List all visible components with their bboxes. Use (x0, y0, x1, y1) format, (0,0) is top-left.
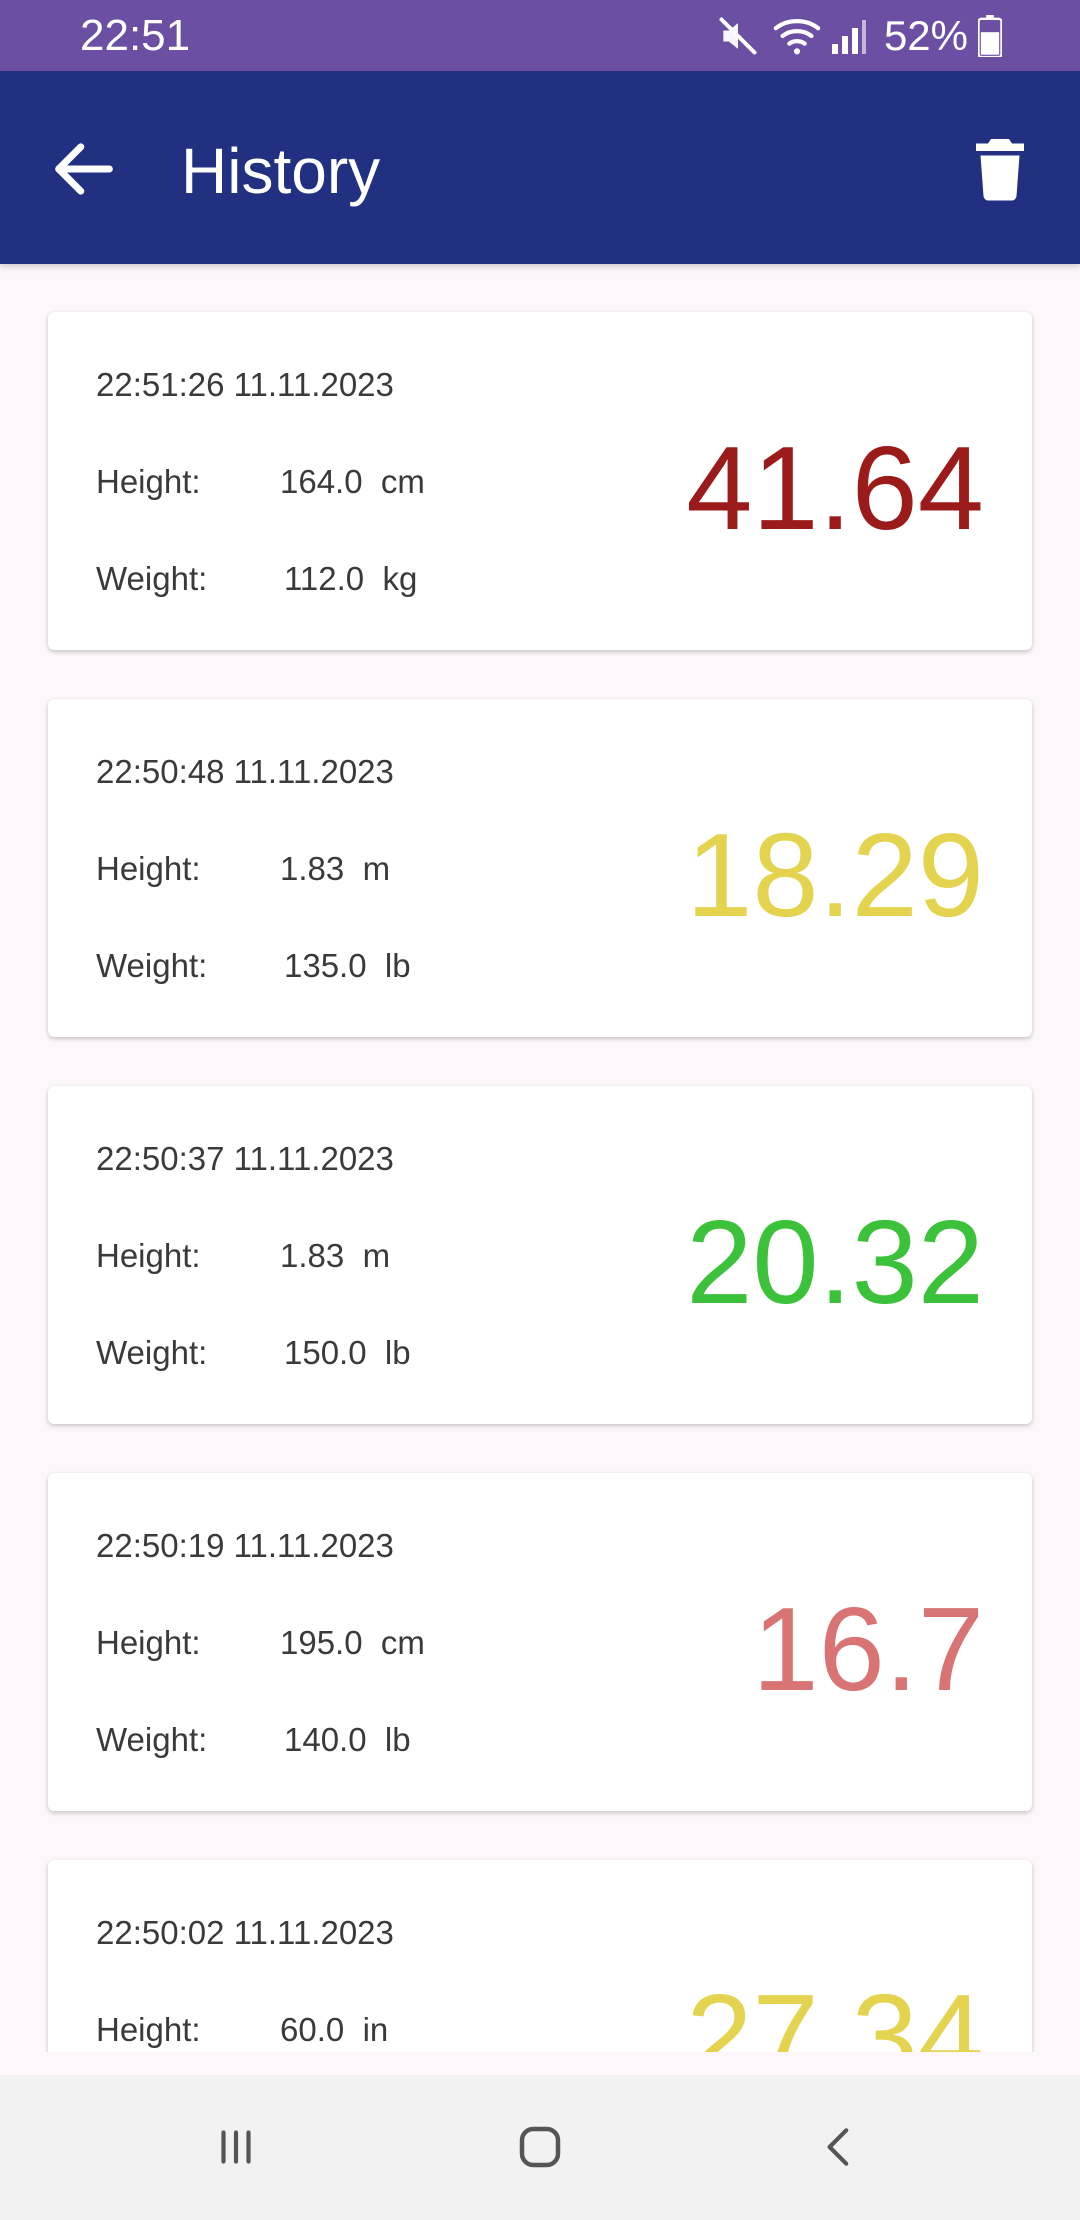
history-card[interactable]: 22:51:26 11.11.2023 Height: 164.0 cm Wei… (48, 312, 1032, 650)
weight-value: 140.0 lb (284, 1721, 411, 1758)
status-time: 22:51 (80, 11, 191, 60)
height-value: 60.0 in (280, 2011, 389, 2048)
bmi-value: 20.32 (686, 1196, 984, 1329)
bmi-value: 27.34 (686, 1970, 984, 2053)
recent-apps-icon (211, 2122, 261, 2172)
height-label: Height: (96, 463, 201, 500)
weight-label: Weight: (96, 1334, 208, 1371)
history-card[interactable]: 22:50:02 11.11.2023 Height: 60.0 in 27.3… (48, 1860, 1032, 2052)
height-value: 1.83 m (280, 1237, 391, 1274)
record-timestamp: 22:50:37 11.11.2023 (96, 1140, 394, 1177)
back-icon (815, 2122, 865, 2172)
height-label: Height: (96, 1237, 201, 1274)
record-timestamp: 22:51:26 11.11.2023 (96, 366, 394, 403)
bmi-value: 16.7 (752, 1583, 984, 1716)
weight-label: Weight: (96, 947, 208, 984)
app-bar: History (0, 71, 1080, 264)
mute-icon (716, 14, 760, 58)
battery-icon (978, 15, 1002, 57)
back-button[interactable] (46, 131, 122, 207)
home-icon (513, 2120, 567, 2174)
height-value: 195.0 cm (280, 1624, 425, 1661)
bmi-value: 18.29 (686, 809, 984, 942)
bmi-value: 41.64 (686, 422, 984, 555)
history-card[interactable]: 22:50:37 11.11.2023 Height: 1.83 m Weigh… (48, 1086, 1032, 1424)
system-back-button[interactable] (800, 2107, 880, 2187)
battery-percent: 52% (883, 12, 968, 59)
record-timestamp: 22:50:19 11.11.2023 (96, 1527, 394, 1564)
system-nav-bar (0, 2075, 1080, 2220)
arrow-back-icon (46, 131, 122, 207)
height-value: 164.0 cm (280, 463, 425, 500)
history-list[interactable]: 22:51:26 11.11.2023 Height: 164.0 cm Wei… (0, 264, 1080, 2052)
signal-icon (828, 14, 868, 58)
history-card[interactable]: 22:50:48 11.11.2023 Height: 1.83 m Weigh… (48, 699, 1032, 1037)
status-bar: 22:51 52% (0, 0, 1080, 71)
weight-label: Weight: (96, 560, 208, 597)
weight-value: 112.0 kg (284, 560, 418, 597)
weight-value: 135.0 lb (284, 947, 411, 984)
trash-icon (964, 133, 1036, 205)
record-timestamp: 22:50:02 11.11.2023 (96, 1914, 394, 1951)
weight-label: Weight: (96, 1721, 208, 1758)
status-icons: 52% (716, 10, 1002, 62)
wifi-icon (772, 14, 822, 58)
weight-value: 150.0 lb (284, 1334, 411, 1371)
history-card[interactable]: 22:50:19 11.11.2023 Height: 195.0 cm Wei… (48, 1473, 1032, 1811)
delete-history-button[interactable] (964, 133, 1036, 205)
record-timestamp: 22:50:48 11.11.2023 (96, 753, 394, 790)
home-button[interactable] (500, 2107, 580, 2187)
height-label: Height: (96, 1624, 201, 1661)
page-title: History (181, 135, 381, 207)
height-label: Height: (96, 850, 201, 887)
height-value: 1.83 m (280, 850, 391, 887)
recent-apps-button[interactable] (196, 2107, 276, 2187)
height-label: Height: (96, 2011, 201, 2048)
